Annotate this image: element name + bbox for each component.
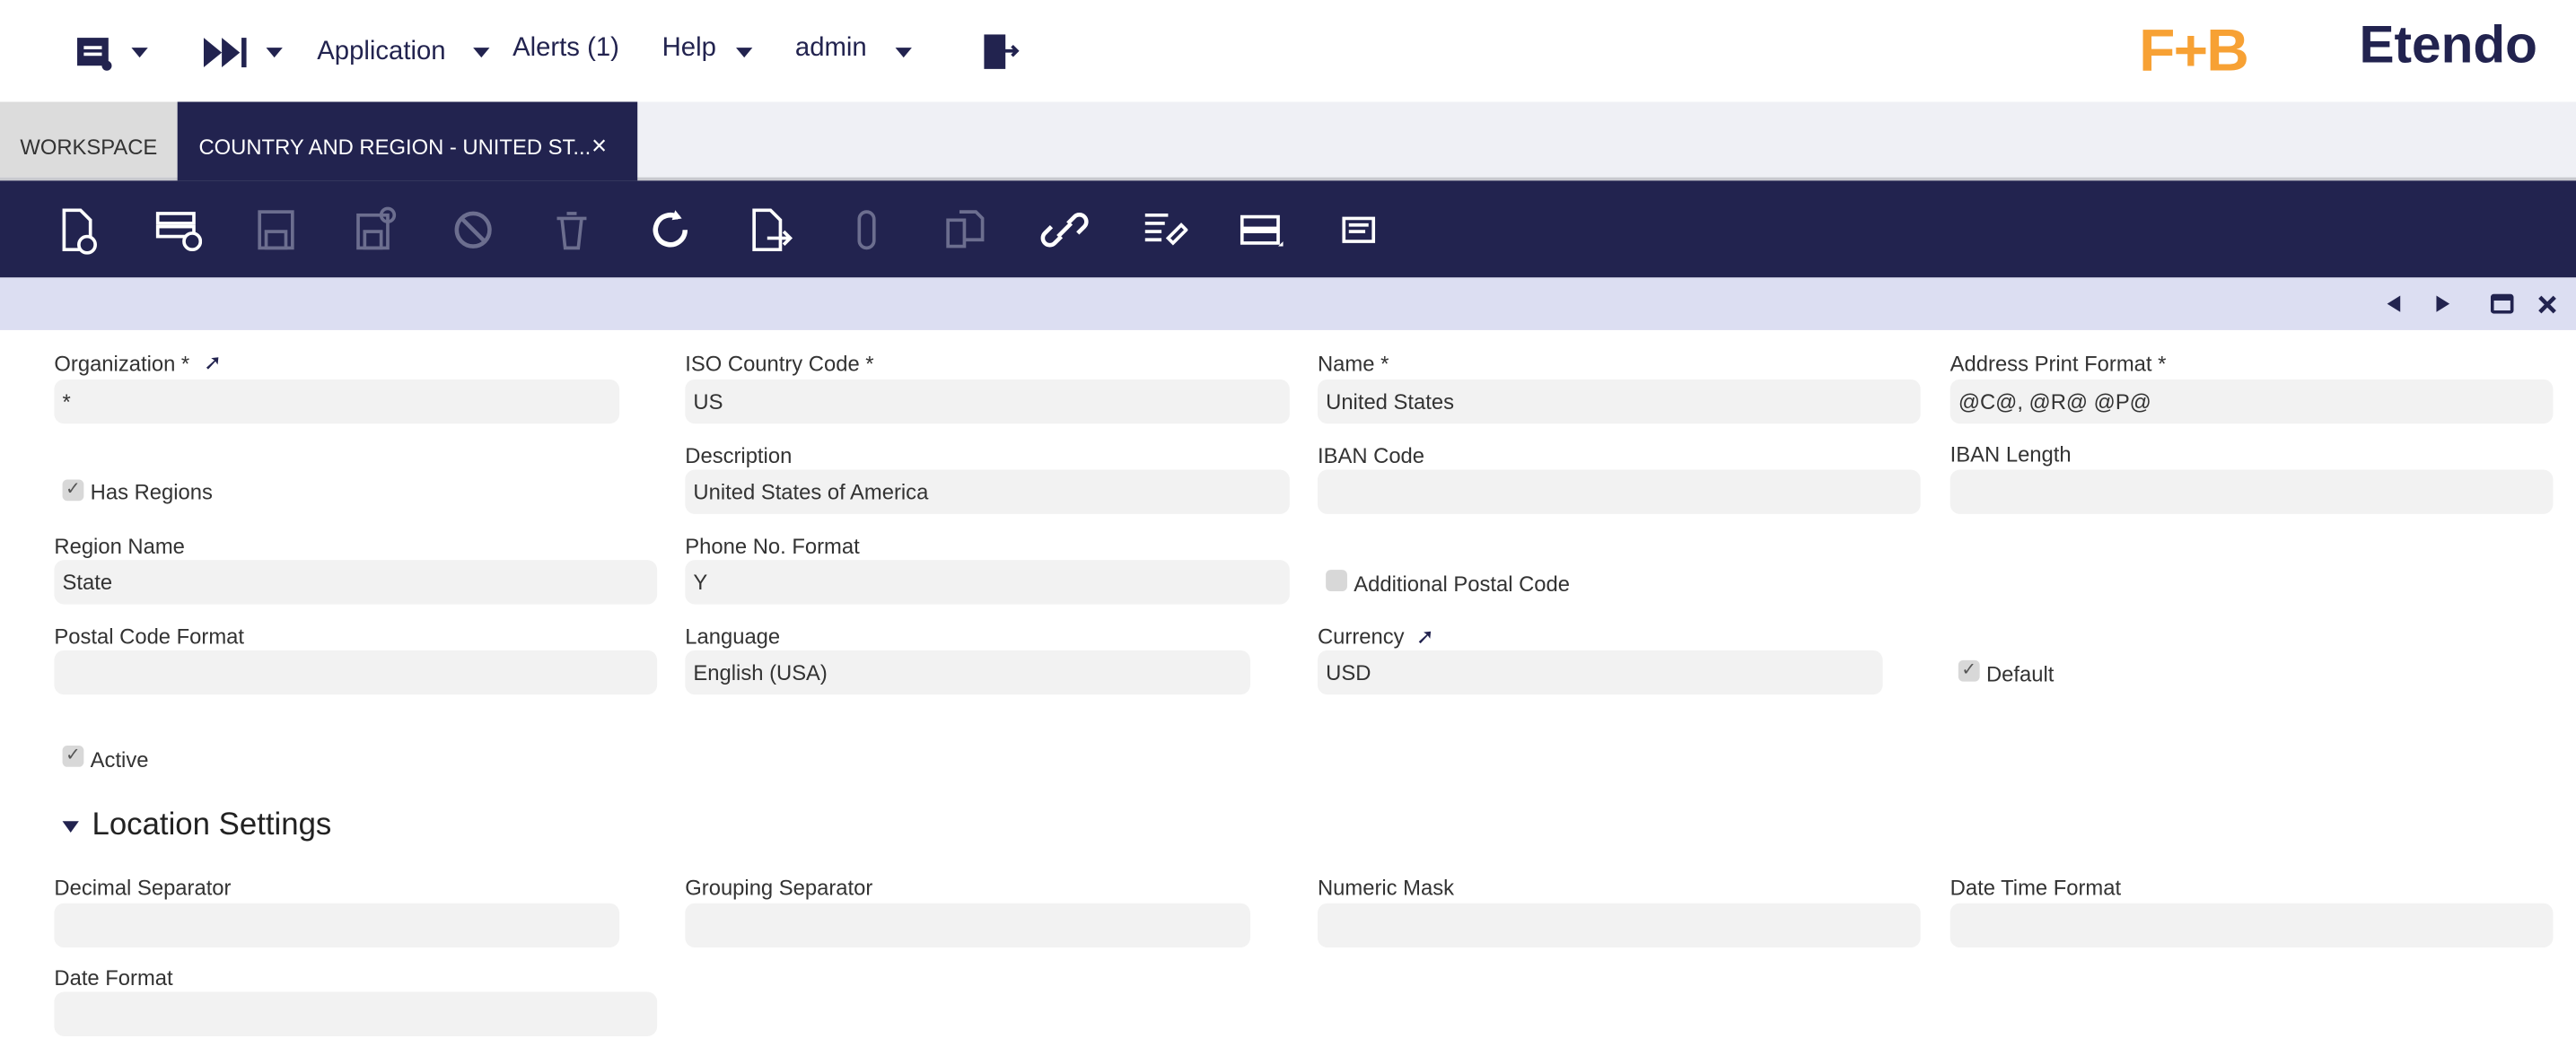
export-icon[interactable] [744,205,793,255]
language-field[interactable]: English (USA) [685,650,1250,695]
location-settings-heading[interactable]: Location Settings [92,808,332,844]
numeric-mask-field[interactable] [1317,903,1921,948]
fast-forward-icon[interactable] [202,36,251,69]
link-arrow-icon[interactable]: ➚ [204,350,222,376]
currency-field[interactable]: USD [1317,650,1883,695]
decimal-sep-label: Decimal Separator [54,875,232,901]
quick-launch-icon[interactable] [75,33,115,73]
active-checkbox[interactable]: ✓ [62,746,84,767]
additional-postal-checkbox[interactable] [1326,570,1347,591]
close-form-icon[interactable] [2537,294,2558,316]
next-record-icon[interactable] [2433,294,2453,314]
tab-country-region[interactable]: COUNTRY AND REGION - UNITED ST... × [177,101,638,181]
phone-format-label: Phone No. Format [685,533,860,559]
decimal-sep-field[interactable] [54,903,620,948]
iban-length-field[interactable] [1950,469,2554,514]
audit-icon[interactable] [1138,205,1189,255]
date-format-field[interactable] [54,991,658,1036]
address-format-field[interactable]: @C@, @R@ @P@ [1950,379,2554,424]
datetime-format-label: Date Time Format [1950,875,2122,901]
chevron-down-icon[interactable] [736,48,753,58]
notes-icon[interactable] [1336,205,1385,255]
address-format-label: Address Print Format * [1950,351,2167,377]
attach-icon[interactable] [843,205,892,255]
postal-format-label: Postal Code Format [54,624,245,650]
organization-label: Organization * [54,351,190,377]
tab-workspace[interactable]: WORKSPACE [0,101,178,178]
new-document-icon[interactable] [54,205,103,255]
default-checkbox[interactable]: ✓ [1958,659,1980,682]
save-icon[interactable] [251,205,301,255]
description-field[interactable]: United States of America [685,469,1290,514]
chevron-down-icon[interactable] [131,48,148,58]
language-label: Language [685,624,781,650]
maximize-icon[interactable] [2490,293,2514,314]
menu-application[interactable]: Application [317,38,445,67]
chevron-down-icon[interactable] [266,48,283,58]
chevron-down-icon[interactable] [473,48,490,58]
menu-user[interactable]: admin [795,34,867,64]
numeric-mask-label: Numeric Mask [1317,875,1455,901]
datetime-format-field[interactable] [1950,903,2554,948]
iso-code-label: ISO Country Code * [685,351,874,377]
description-label: Description [685,443,793,468]
toolbar [0,180,2576,278]
active-label: Active [90,746,149,772]
etendo-logo: Etendo [2359,14,2537,74]
grouping-sep-label: Grouping Separator [685,875,873,901]
date-format-label: Date Format [54,965,173,991]
fb-logo: F+B [2139,16,2249,84]
top-navigation: Application Alerts (1) Help admin F+B Et… [0,0,2576,102]
phone-format-field[interactable]: Y [685,560,1290,605]
iban-code-label: IBAN Code [1317,443,1425,468]
previous-record-icon[interactable] [2384,294,2404,314]
name-label: Name * [1317,351,1389,377]
clone-icon[interactable] [942,205,991,255]
link-arrow-icon[interactable]: ➚ [1416,624,1434,650]
chevron-down-icon[interactable] [895,48,912,58]
undo-icon[interactable] [449,205,498,255]
region-name-field[interactable]: State [54,560,658,605]
save-close-icon[interactable] [350,205,399,255]
delete-icon[interactable] [548,205,597,255]
iban-code-field[interactable] [1317,469,1921,514]
tab-label: COUNTRY AND REGION - UNITED ST... [198,135,591,160]
app-root: Application Alerts (1) Help admin F+B Et… [0,0,2576,1056]
additional-postal-label: Additional Postal Code [1354,571,1571,597]
menu-alerts[interactable]: Alerts (1) [513,34,619,64]
grid-toggle-icon[interactable] [1237,205,1286,255]
name-field[interactable]: United States [1317,379,1921,424]
link-icon[interactable] [1040,205,1090,255]
logout-icon[interactable] [983,33,1022,73]
postal-format-field[interactable] [54,650,658,695]
form-header-bar [0,277,2576,330]
new-row-icon[interactable] [153,205,203,255]
menu-help[interactable]: Help [662,34,716,64]
region-name-label: Region Name [54,533,185,559]
currency-label: Currency [1317,624,1405,650]
has-regions-label: Has Regions [90,479,213,504]
organization-field[interactable]: * [54,379,620,424]
iso-code-field[interactable]: US [685,379,1290,424]
section-collapse-icon[interactable] [62,821,79,833]
grouping-sep-field[interactable] [685,903,1250,948]
has-regions-checkbox[interactable]: ✓ [62,479,84,502]
refresh-icon[interactable] [645,205,695,255]
iban-length-label: IBAN Length [1950,441,2072,467]
default-label: Default [1985,661,2055,687]
